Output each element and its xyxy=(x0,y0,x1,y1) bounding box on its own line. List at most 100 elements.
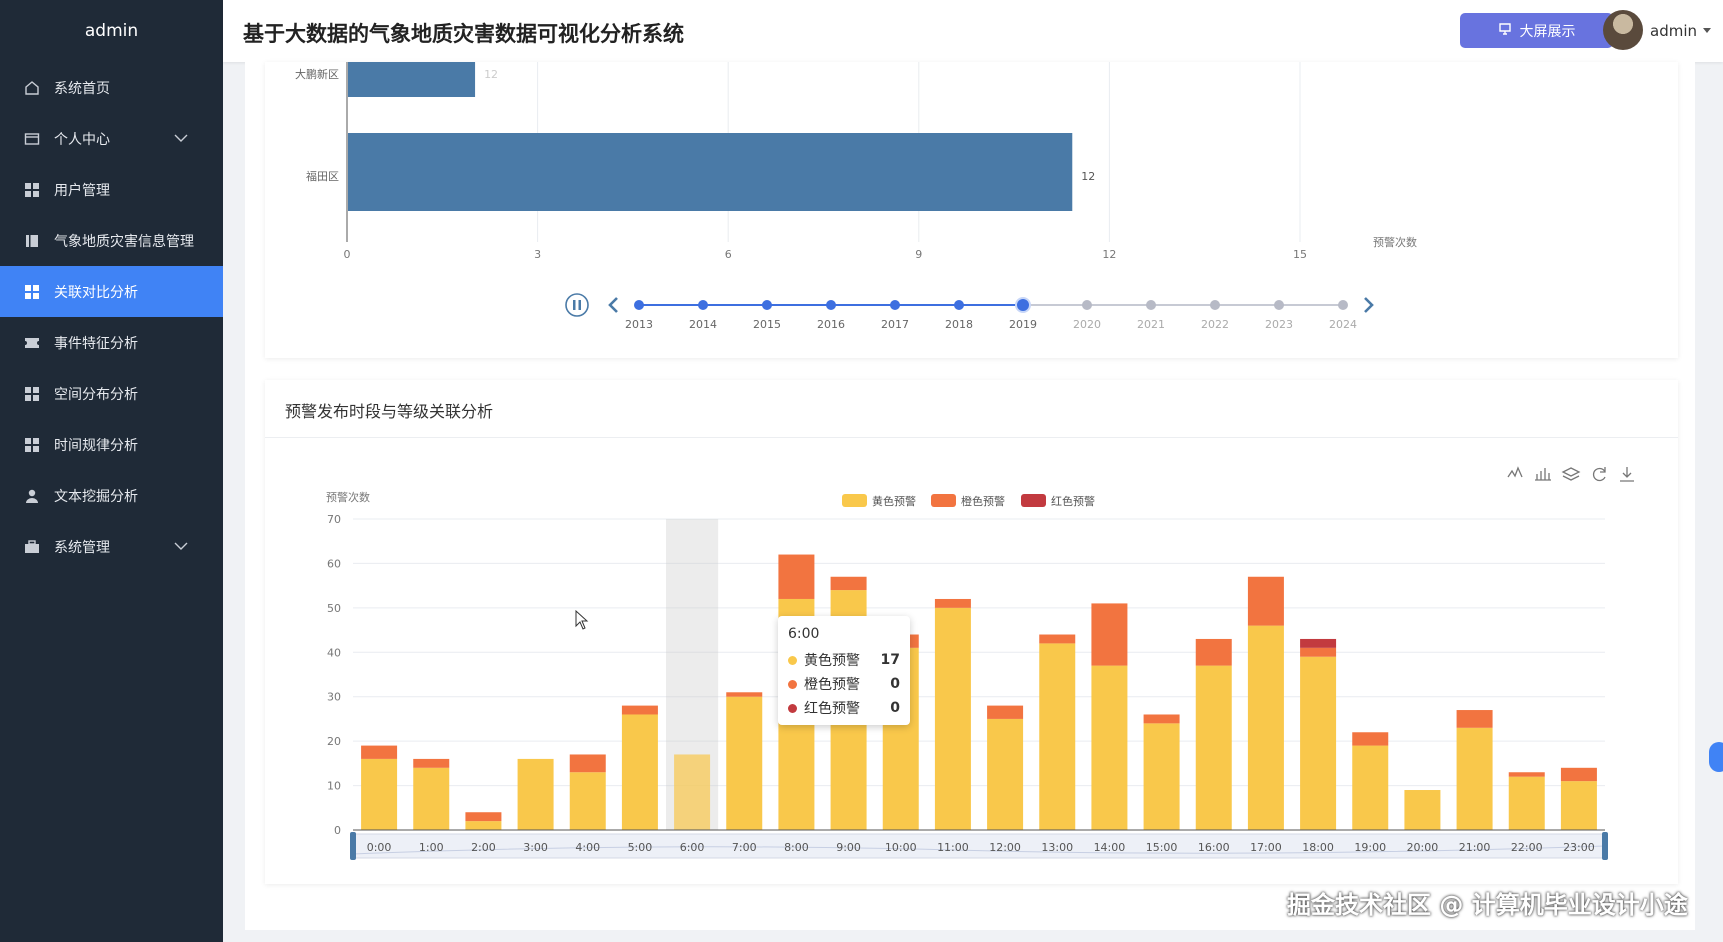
timeline-point-current[interactable] xyxy=(1015,297,1031,313)
bar-segment[interactable] xyxy=(1508,776,1545,830)
sidebar-item-time-pattern[interactable]: 时间规律分析 xyxy=(0,419,223,470)
refresh-icon[interactable] xyxy=(1592,467,1606,482)
bar-segment[interactable] xyxy=(1195,665,1232,830)
timeline-point[interactable] xyxy=(1082,300,1092,310)
bar-segment[interactable] xyxy=(1352,745,1389,830)
bar-segment[interactable] xyxy=(934,598,971,608)
timeline-point[interactable] xyxy=(1274,300,1284,310)
bar-segment[interactable] xyxy=(1247,576,1284,626)
timeline-point[interactable] xyxy=(1338,300,1348,310)
hourly-warning-card: 预警发布时段与等级关联分析 0 10 20 30 40 50 60 70 预警次数 黄色预警 橙色预… xyxy=(265,380,1678,884)
bar-segment[interactable] xyxy=(1039,634,1076,644)
timeline-point[interactable] xyxy=(1210,300,1220,310)
y-tick-label: 30 xyxy=(327,691,341,704)
ticket-icon xyxy=(22,333,42,353)
bar-chart-icon[interactable] xyxy=(1535,468,1551,481)
legend-swatch[interactable] xyxy=(842,494,867,507)
sidebar-item-spatial-distribution[interactable]: 空间分布分析 xyxy=(0,368,223,419)
bar-segment[interactable] xyxy=(465,812,502,822)
download-icon[interactable] xyxy=(1620,467,1634,482)
card-title: 预警发布时段与等级关联分析 xyxy=(285,402,494,421)
tooltip-value: 0 xyxy=(890,700,900,716)
bar-segment[interactable] xyxy=(1560,781,1597,830)
bar-segment[interactable] xyxy=(621,705,658,715)
side-scroll-handle[interactable] xyxy=(1709,742,1723,772)
bar-segment[interactable] xyxy=(778,554,815,599)
timeline-point[interactable] xyxy=(1146,300,1156,310)
avatar[interactable] xyxy=(1603,10,1643,50)
timeline-point[interactable] xyxy=(634,300,644,310)
sidebar-item-disaster-info[interactable]: 气象地质灾害信息管理 xyxy=(0,215,223,266)
y-tick-label: 0 xyxy=(334,824,341,837)
y-tick-label: 40 xyxy=(327,646,341,659)
bar-segment[interactable] xyxy=(1039,643,1076,830)
bar-segment[interactable] xyxy=(1560,767,1597,782)
monitor-icon xyxy=(1498,22,1512,40)
sidebar-item-system-management[interactable]: 系统管理 xyxy=(0,521,223,572)
bar-segment[interactable] xyxy=(1247,625,1284,830)
bar-segment[interactable] xyxy=(1195,638,1232,666)
timeline-year-label: 2018 xyxy=(945,318,973,331)
bar-segment[interactable] xyxy=(465,821,502,830)
bar-segment[interactable] xyxy=(726,692,763,697)
legend-swatch[interactable] xyxy=(931,494,956,507)
x-tick-label: 0:00 xyxy=(367,841,392,854)
chevron-right-icon[interactable] xyxy=(1364,297,1374,313)
sidebar-title: admin xyxy=(84,21,139,41)
bar-segment[interactable] xyxy=(674,754,711,830)
bar-segment[interactable] xyxy=(1508,772,1545,777)
bar-segment[interactable] xyxy=(1300,647,1337,657)
pause-button[interactable] xyxy=(565,293,589,317)
legend-label: 黄色预警 xyxy=(872,494,916,508)
stack-icon[interactable] xyxy=(1561,467,1581,481)
caret-down-icon[interactable] xyxy=(1703,28,1711,33)
bar-segment[interactable] xyxy=(830,576,867,591)
timeline-point[interactable] xyxy=(890,300,900,310)
bar-segment[interactable] xyxy=(987,705,1024,719)
bar-segment[interactable] xyxy=(1091,603,1128,666)
bar-segment[interactable] xyxy=(1404,790,1441,830)
sidebar-item-label: 个人中心 xyxy=(54,131,110,148)
zoom-handle-left[interactable] xyxy=(350,832,356,860)
chevron-down-icon xyxy=(174,131,188,147)
bar-segment[interactable] xyxy=(413,767,450,830)
bar-segment[interactable] xyxy=(517,758,554,830)
bar-segment[interactable] xyxy=(1143,714,1180,724)
bar-segment[interactable] xyxy=(621,714,658,830)
zoom-handle-right[interactable] xyxy=(1602,832,1608,860)
bar-segment[interactable] xyxy=(1143,723,1180,830)
line-chart-icon[interactable] xyxy=(1507,466,1523,478)
bigscreen-button[interactable]: 大屏展示 xyxy=(1460,13,1613,48)
x-tick-label: 2:00 xyxy=(471,841,496,854)
sidebar-item-text-mining[interactable]: 文本挖掘分析 xyxy=(0,470,223,521)
timeline-year-label: 2015 xyxy=(753,318,781,331)
bar-segment[interactable] xyxy=(413,758,450,768)
bar-segment[interactable] xyxy=(361,758,398,830)
timeline-point[interactable] xyxy=(698,300,708,310)
x-tick-label: 3:00 xyxy=(523,841,548,854)
bar-segment[interactable] xyxy=(726,696,763,830)
chevron-left-icon[interactable] xyxy=(608,297,618,313)
bar-segment[interactable] xyxy=(1456,710,1493,728)
user-name[interactable]: admin xyxy=(1650,22,1697,40)
legend-swatch[interactable] xyxy=(1021,494,1046,507)
bar-segment[interactable] xyxy=(934,607,971,830)
timeline-point[interactable] xyxy=(954,300,964,310)
bar-segment[interactable] xyxy=(361,745,398,759)
grid-icon xyxy=(22,180,42,200)
bar-segment[interactable] xyxy=(1091,665,1128,830)
bar-segment[interactable] xyxy=(987,718,1024,830)
timeline-point[interactable] xyxy=(762,300,772,310)
sidebar-item-event-feature[interactable]: 事件特征分析 xyxy=(0,317,223,368)
bar-segment[interactable] xyxy=(569,754,606,773)
bar-segment[interactable] xyxy=(1352,732,1389,746)
sidebar-item-home[interactable]: 系统首页 xyxy=(0,62,223,113)
sidebar-item-personal-center[interactable]: 个人中心 xyxy=(0,113,223,164)
bar-segment[interactable] xyxy=(569,772,606,830)
sidebar-item-correlation-analysis[interactable]: 关联对比分析 xyxy=(0,266,223,317)
bar-segment[interactable] xyxy=(1300,656,1337,830)
bar-segment[interactable] xyxy=(1456,727,1493,830)
sidebar-item-user-management[interactable]: 用户管理 xyxy=(0,164,223,215)
timeline-point[interactable] xyxy=(826,300,836,310)
bar-segment[interactable] xyxy=(1300,638,1337,648)
